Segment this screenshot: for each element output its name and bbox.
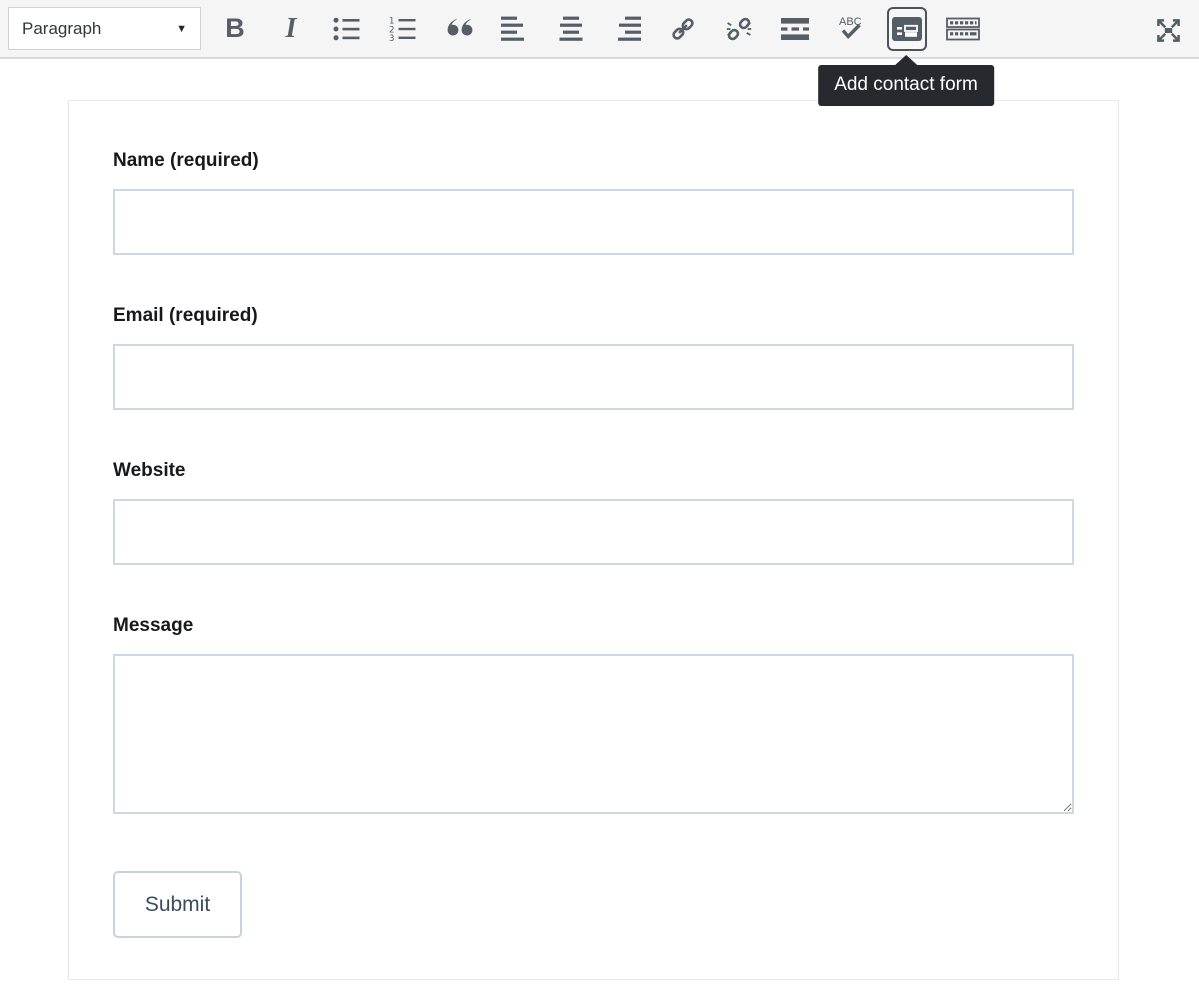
- chevron-down-icon: ▼: [176, 23, 187, 35]
- keyboard-icon: [946, 16, 980, 42]
- numbered-list-icon: 1 2 3: [389, 16, 417, 42]
- name-field-label: Name (required): [113, 149, 1074, 172]
- bold-icon: B: [225, 15, 245, 42]
- italic-icon: I: [286, 15, 297, 43]
- tooltip-add-contact-form: Add contact form: [818, 65, 994, 106]
- link-icon: [670, 16, 696, 42]
- bullet-list-button[interactable]: [327, 7, 367, 51]
- read-more-button[interactable]: [775, 7, 815, 51]
- blockquote-button[interactable]: [439, 7, 479, 51]
- spellcheck-button[interactable]: ABC: [831, 7, 871, 51]
- unlink-icon: [726, 16, 752, 42]
- link-button[interactable]: [663, 7, 703, 51]
- align-right-button[interactable]: [607, 7, 647, 51]
- align-center-icon: [557, 16, 585, 42]
- align-left-button[interactable]: [495, 7, 535, 51]
- toolbar-toggle-button[interactable]: [943, 7, 983, 51]
- bold-button[interactable]: B: [215, 7, 255, 51]
- website-field-label: Website: [113, 459, 1074, 482]
- name-input[interactable]: [113, 189, 1074, 255]
- align-right-icon: [613, 16, 641, 42]
- message-field-label: Message: [113, 614, 1074, 637]
- format-dropdown-value: Paragraph: [22, 19, 170, 39]
- contact-form-icon: [891, 16, 923, 42]
- fullscreen-button[interactable]: [1148, 8, 1188, 52]
- email-field-label: Email (required): [113, 304, 1074, 327]
- tooltip-text: Add contact form: [834, 74, 978, 95]
- spellcheck-icon: ABC: [836, 15, 866, 42]
- align-center-button[interactable]: [551, 7, 591, 51]
- bullet-list-icon: [333, 16, 361, 42]
- read-more-icon: [781, 17, 809, 41]
- format-dropdown[interactable]: Paragraph ▼: [8, 7, 201, 50]
- website-input[interactable]: [113, 499, 1074, 565]
- add-contact-form-button[interactable]: [887, 7, 927, 51]
- fullscreen-icon: [1155, 17, 1182, 44]
- submit-button[interactable]: Submit: [113, 871, 242, 938]
- contact-form-preview: Name (required) Email (required) Website…: [68, 100, 1119, 980]
- blockquote-icon: [444, 16, 474, 42]
- message-textarea[interactable]: [113, 654, 1074, 814]
- svg-text:3: 3: [389, 34, 394, 42]
- unlink-button[interactable]: [719, 7, 759, 51]
- editor-toolbar: Paragraph ▼ B I 1 2 3: [0, 0, 1199, 59]
- align-left-icon: [501, 16, 529, 42]
- italic-button[interactable]: I: [271, 7, 311, 51]
- email-input[interactable]: [113, 344, 1074, 410]
- numbered-list-button[interactable]: 1 2 3: [383, 7, 423, 51]
